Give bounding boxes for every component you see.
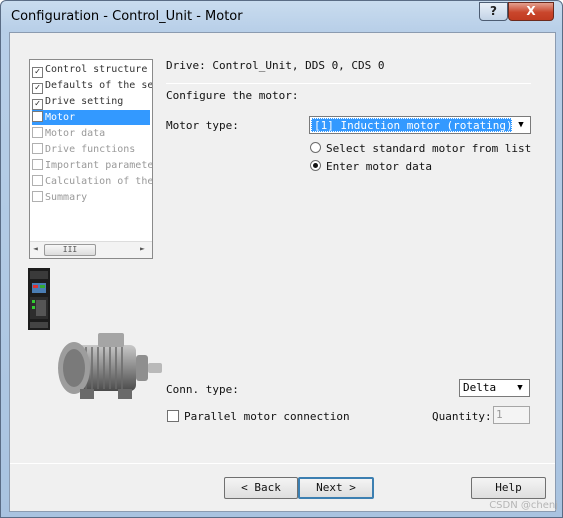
horizontal-scrollbar[interactable]: ◄ III ► xyxy=(30,241,152,258)
tree-item-label: Control structure xyxy=(45,64,148,75)
tree-item-label: Defaults of the se xyxy=(45,80,153,91)
parallel-motor-checkbox[interactable] xyxy=(167,410,179,422)
motor-type-label: Motor type: xyxy=(166,119,239,132)
checkbox-icon xyxy=(32,159,43,170)
tree-item-label: Drive functions xyxy=(45,144,136,155)
tree-item-label: Motor xyxy=(45,112,76,123)
footer-divider xyxy=(10,463,555,464)
quantity-label: Quantity: xyxy=(432,410,492,423)
checkbox-icon xyxy=(32,175,43,186)
wizard-step-tree[interactable]: ✓ Control structure ✓ Defaults of the se ✓… xyxy=(29,59,153,259)
tree-item-label: Calculation of the xyxy=(45,176,153,187)
radio-enter-motor-data-label[interactable]: Enter motor data xyxy=(326,160,432,173)
back-button[interactable]: < Back xyxy=(224,477,298,499)
drive-unit-image xyxy=(28,268,50,330)
header-divider xyxy=(166,83,531,84)
checkmark-icon: ✓ xyxy=(32,83,43,94)
chevron-down-icon[interactable]: ▼ xyxy=(513,118,529,132)
help-title-button[interactable]: ? xyxy=(479,2,508,21)
tree-item-motor-data[interactable]: Motor data xyxy=(32,126,152,141)
checkbox-icon xyxy=(32,111,43,122)
window-title: Configuration - Control_Unit - Motor xyxy=(11,9,243,24)
parallel-motor-label[interactable]: Parallel motor connection xyxy=(184,410,350,423)
tree-item-summary[interactable]: Summary xyxy=(32,190,152,205)
tree-item-calculation[interactable]: Calculation of the xyxy=(32,174,153,189)
radio-select-standard-motor[interactable] xyxy=(310,142,321,153)
close-button[interactable]: X xyxy=(508,2,554,21)
configuration-dialog: Configuration - Control_Unit - Motor ? X… xyxy=(0,0,563,518)
tree-item-label: Important paramete xyxy=(45,160,153,171)
checkbox-icon xyxy=(32,191,43,202)
radio-select-standard-label[interactable]: Select standard motor from list xyxy=(326,142,531,155)
tree-item-label: Drive setting xyxy=(45,96,124,107)
tree-item-label: Summary xyxy=(45,192,88,203)
tree-item-drive-functions[interactable]: Drive functions xyxy=(32,142,152,157)
tree-item-control-structure[interactable]: ✓ Control structure xyxy=(32,62,152,78)
motor-type-select[interactable]: [1] Induction motor (rotating) ▼ xyxy=(309,116,531,134)
scroll-thumb[interactable]: III xyxy=(44,244,96,256)
tree-item-important-parameters[interactable]: Important paramete xyxy=(32,158,153,173)
quantity-field: 1 xyxy=(493,406,530,424)
drive-label: Drive: Control_Unit, DDS 0, CDS 0 xyxy=(166,59,385,72)
title-bar[interactable]: Configuration - Control_Unit - Motor ? X xyxy=(1,1,562,33)
tree-item-label: Motor data xyxy=(45,128,106,139)
tree-item-motor[interactable]: Motor xyxy=(32,110,150,125)
configure-label: Configure the motor: xyxy=(166,89,299,102)
help-button[interactable]: Help xyxy=(471,477,546,499)
conn-type-label: Conn. type: xyxy=(166,383,239,396)
dialog-client-area: ✓ Control structure ✓ Defaults of the se ✓… xyxy=(9,32,556,512)
tree-item-defaults[interactable]: ✓ Defaults of the se xyxy=(32,78,153,94)
radio-enter-motor-data[interactable] xyxy=(310,160,321,171)
checkmark-icon: ✓ xyxy=(32,99,43,110)
scroll-right-icon[interactable]: ► xyxy=(140,244,145,253)
checkmark-icon: ✓ xyxy=(32,67,43,78)
motor-type-value: [1] Induction motor (rotating) xyxy=(311,118,513,132)
next-button[interactable]: Next > xyxy=(298,477,374,499)
conn-type-value: Delta xyxy=(463,381,497,394)
scroll-left-icon[interactable]: ◄ xyxy=(33,244,38,253)
checkbox-icon xyxy=(32,143,43,154)
induction-motor-image xyxy=(58,333,162,399)
checkbox-icon xyxy=(32,127,43,138)
chevron-down-icon[interactable]: ▼ xyxy=(512,381,528,395)
watermark: CSDN @chenj xyxy=(489,500,558,511)
conn-type-select[interactable]: Delta ▼ xyxy=(459,379,530,397)
tree-item-drive-setting[interactable]: ✓ Drive setting xyxy=(32,94,152,110)
